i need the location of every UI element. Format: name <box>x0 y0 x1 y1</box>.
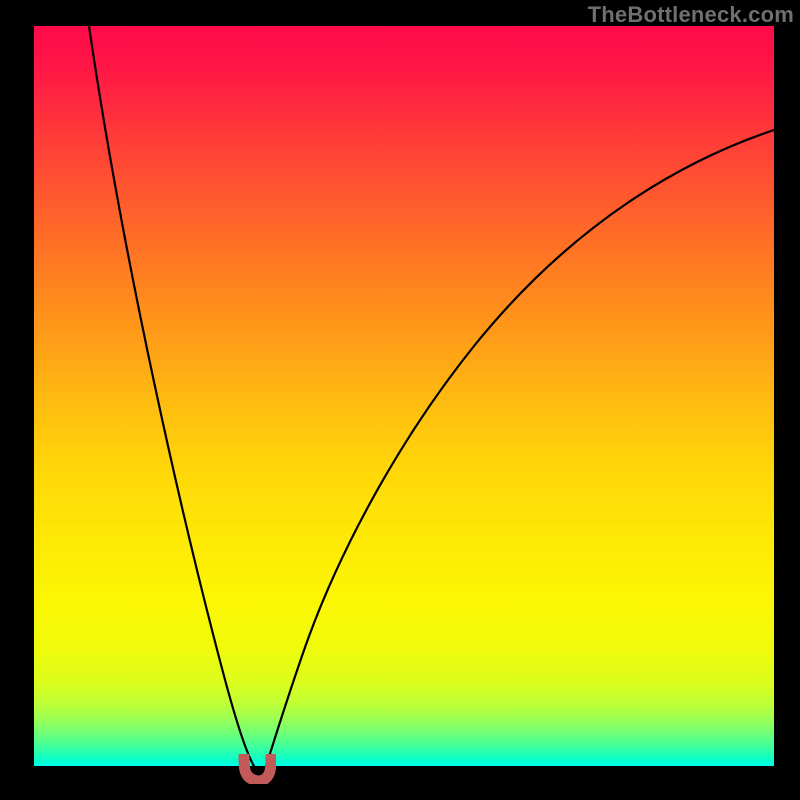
left-branch-curve <box>89 26 254 766</box>
right-branch-curve <box>266 130 774 766</box>
watermark-text: TheBottleneck.com <box>588 2 794 28</box>
gradient-plot-area <box>34 26 774 766</box>
bottleneck-curves <box>34 26 774 766</box>
